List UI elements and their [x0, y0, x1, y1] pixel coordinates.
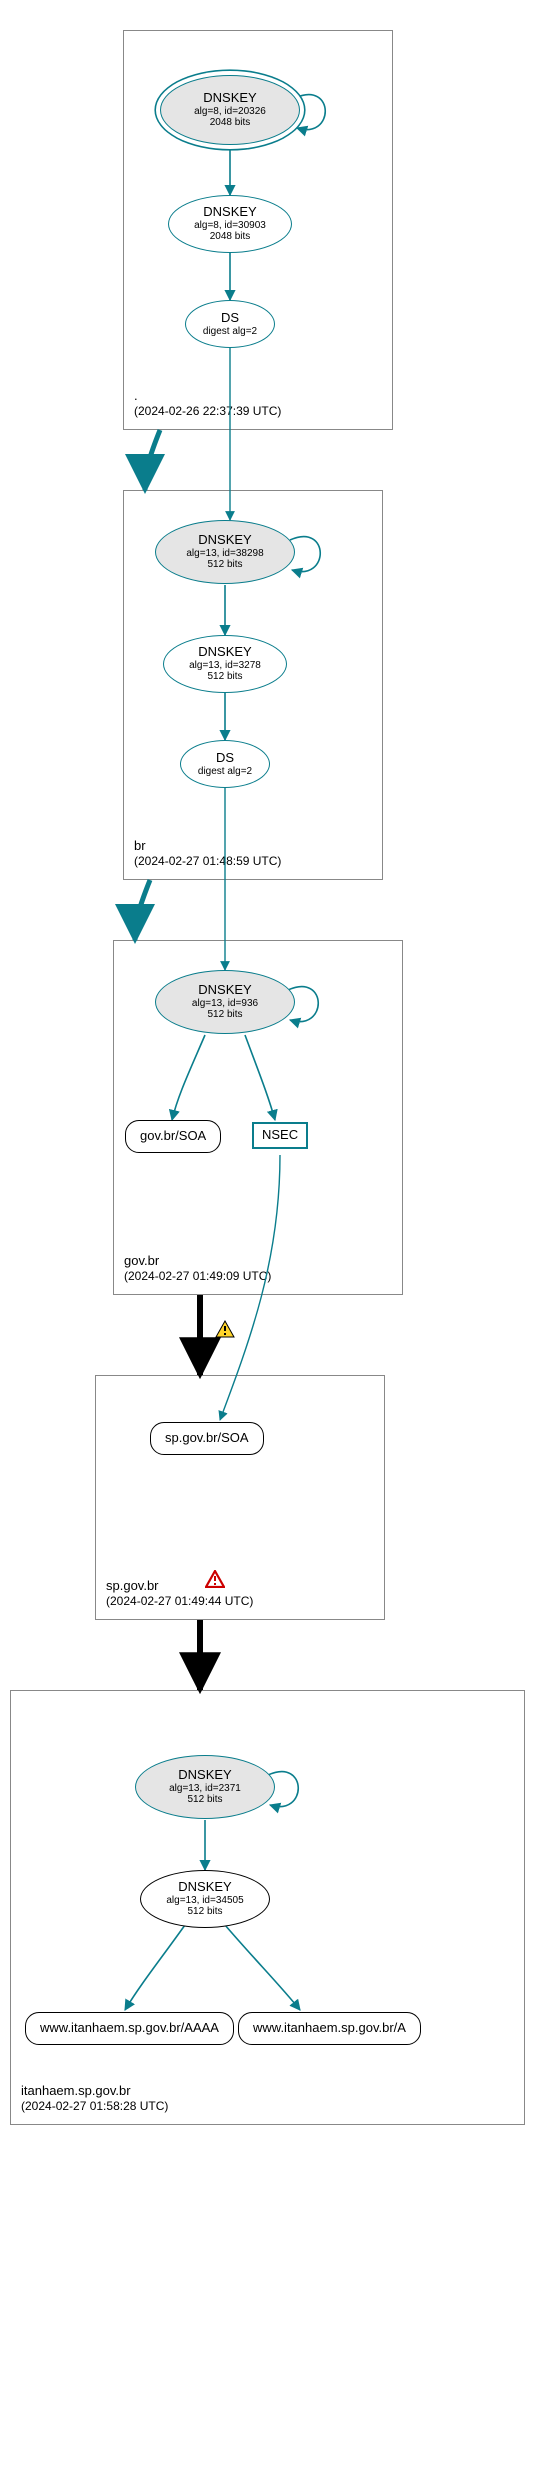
br-ds: DS digest alg=2	[180, 740, 270, 788]
itan-aaaa: www.itanhaem.sp.gov.br/AAAA	[25, 2012, 234, 2045]
zone-sp: sp.gov.br (2024-02-27 01:49:44 UTC)	[95, 1375, 385, 1620]
govbr-ksk: DNSKEY alg=13, id=936 512 bits	[155, 970, 295, 1034]
itan-zsk: DNSKEY alg=13, id=34505 512 bits	[140, 1870, 270, 1928]
br-ksk: DNSKEY alg=13, id=38298 512 bits	[155, 520, 295, 584]
zone-itan: itanhaem.sp.gov.br (2024-02-27 01:58:28 …	[10, 1690, 525, 2125]
sp-soa: sp.gov.br/SOA	[150, 1422, 264, 1455]
dnssec-diagram: . (2024-02-26 22:37:39 UTC) br (2024-02-…	[0, 0, 535, 2473]
warning-icon	[215, 1320, 235, 1338]
root-ds: DS digest alg=2	[185, 300, 275, 348]
itan-a: www.itanhaem.sp.gov.br/A	[238, 2012, 421, 2045]
root-zsk: DNSKEY alg=8, id=30903 2048 bits	[168, 195, 292, 253]
itan-ksk: DNSKEY alg=13, id=2371 512 bits	[135, 1755, 275, 1819]
br-zsk: DNSKEY alg=13, id=3278 512 bits	[163, 635, 287, 693]
error-icon	[205, 1570, 225, 1588]
zone-sp-label: sp.gov.br (2024-02-27 01:49:44 UTC)	[106, 1578, 253, 1609]
zone-itan-label: itanhaem.sp.gov.br (2024-02-27 01:58:28 …	[21, 2083, 168, 2114]
nsec: NSEC	[252, 1122, 308, 1149]
zone-root-label: . (2024-02-26 22:37:39 UTC)	[134, 388, 281, 419]
zone-govbr-label: gov.br (2024-02-27 01:49:09 UTC)	[124, 1253, 271, 1284]
zone-br-label: br (2024-02-27 01:48:59 UTC)	[134, 838, 281, 869]
root-ksk: DNSKEY alg=8, id=20326 2048 bits	[160, 75, 300, 145]
govbr-soa: gov.br/SOA	[125, 1120, 221, 1153]
